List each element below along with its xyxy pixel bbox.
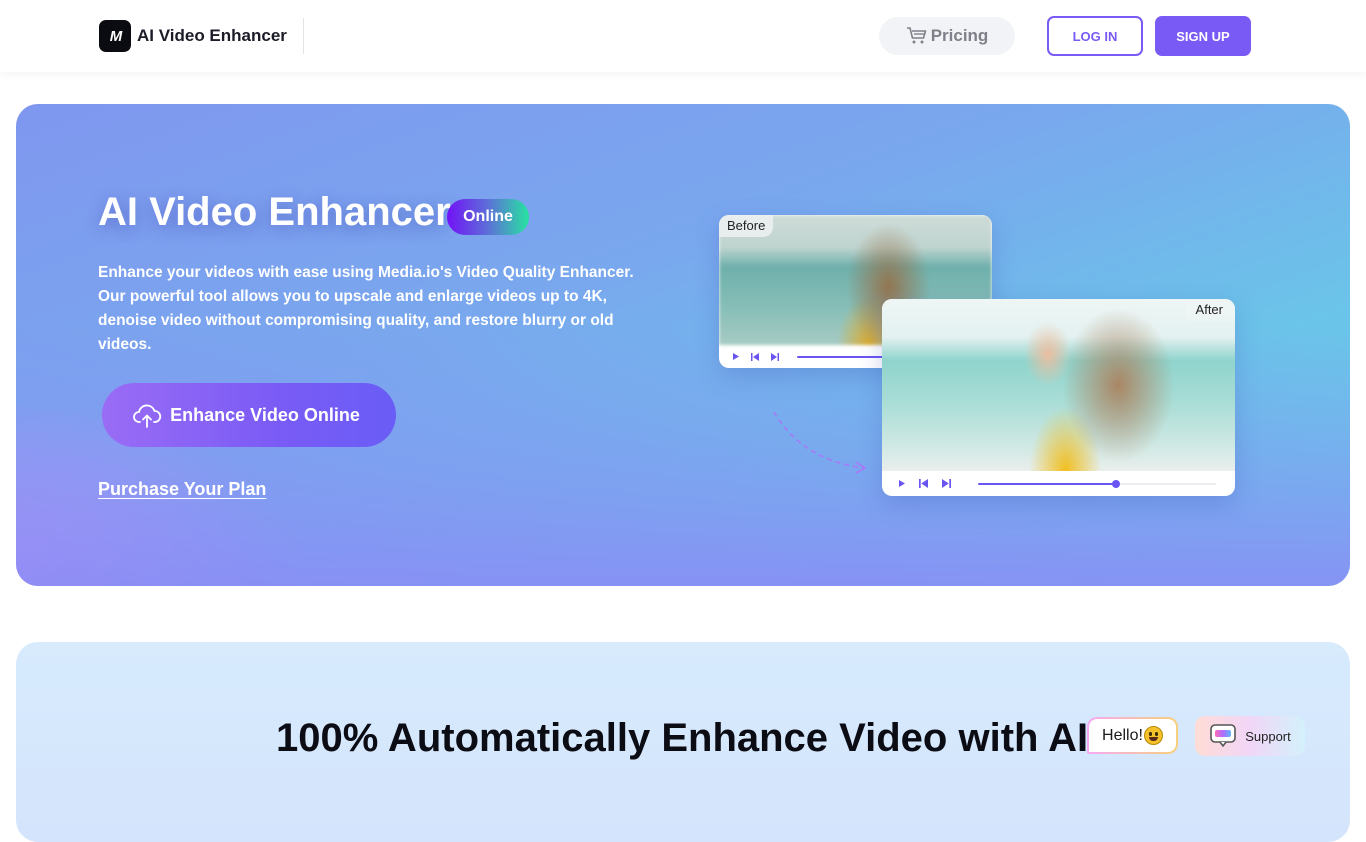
purchase-plan-link[interactable]: Purchase Your Plan bbox=[98, 479, 266, 500]
after-player-controls bbox=[882, 471, 1235, 496]
skip-forward-icon[interactable] bbox=[942, 479, 951, 488]
cloud-upload-icon bbox=[133, 404, 162, 428]
hello-chat-bubble[interactable]: Hello! bbox=[1087, 717, 1178, 754]
brand-name[interactable]: AI Video Enhancer bbox=[137, 26, 287, 46]
page-title: AI Video Enhancer bbox=[98, 190, 451, 234]
after-video-frame bbox=[882, 299, 1235, 471]
hero-banner: AI Video Enhancer Online Enhance your vi… bbox=[16, 104, 1350, 586]
pricing-button[interactable]: Pricing bbox=[879, 17, 1015, 55]
online-badge: Online bbox=[447, 199, 529, 235]
section-title: 100% Automatically Enhance Video with AI bbox=[276, 716, 1089, 760]
before-label: Before bbox=[719, 215, 774, 237]
play-icon[interactable] bbox=[899, 480, 905, 487]
after-seek-fill bbox=[978, 482, 1117, 485]
hero-description: Enhance your videos with ease using Medi… bbox=[98, 264, 634, 353]
chat-support-icon bbox=[1210, 724, 1237, 747]
media-io-logo[interactable]: M bbox=[99, 20, 131, 52]
enhance-video-online-button[interactable]: Enhance Video Online bbox=[102, 383, 396, 447]
smiley-emoji-icon bbox=[1143, 726, 1163, 745]
skip-back-icon[interactable] bbox=[919, 479, 928, 488]
signup-button[interactable]: SIGN UP bbox=[1155, 16, 1251, 56]
support-label: Support bbox=[1245, 728, 1291, 744]
support-button[interactable]: Support bbox=[1195, 716, 1305, 756]
skip-forward-icon[interactable] bbox=[771, 352, 779, 361]
skip-back-icon[interactable] bbox=[751, 352, 759, 361]
pricing-label: Pricing bbox=[930, 26, 989, 45]
cart-icon bbox=[906, 27, 926, 44]
after-video-card: After bbox=[882, 299, 1235, 496]
top-navbar: M AI Video Enhancer Pricing LOG IN SIGN … bbox=[0, 0, 1366, 72]
hello-label: Hello! bbox=[1102, 726, 1143, 744]
logo-mark: M bbox=[109, 27, 122, 45]
cta-label: Enhance Video Online bbox=[170, 404, 360, 425]
header-divider bbox=[303, 18, 304, 54]
after-label: After bbox=[1185, 299, 1235, 321]
login-button[interactable]: LOG IN bbox=[1047, 16, 1143, 56]
dashed-arrow-icon bbox=[773, 411, 867, 474]
play-icon[interactable] bbox=[733, 353, 739, 360]
after-seek-bar[interactable] bbox=[978, 479, 1216, 488]
after-seek-knob[interactable] bbox=[1112, 479, 1121, 488]
